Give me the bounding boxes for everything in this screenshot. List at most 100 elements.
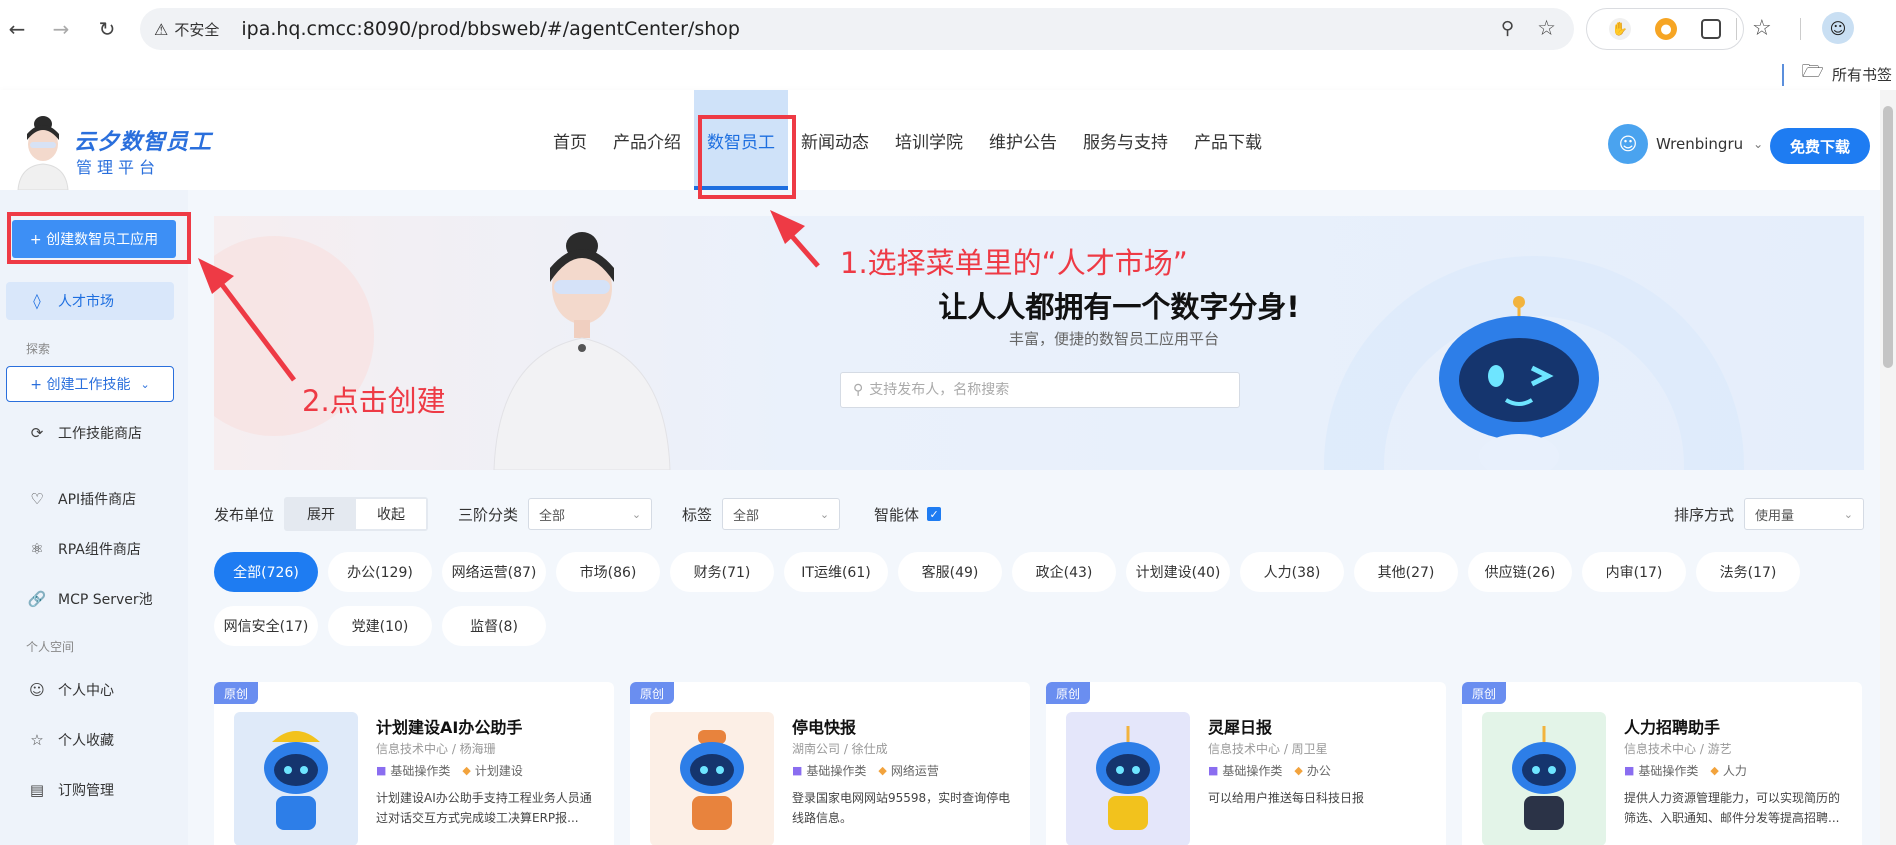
scrollbar-thumb[interactable] (1883, 106, 1893, 368)
category-pill[interactable]: 财务(71) (670, 552, 774, 592)
security-indicator[interactable]: ⚠ 不安全 (154, 19, 219, 40)
collapse-button[interactable]: 收起 (356, 499, 427, 529)
card-tags: ■ 基础操作类 ◆ 办公 (1208, 762, 1343, 779)
original-badge: 原创 (214, 682, 258, 704)
category-pill[interactable]: 计划建设(40) (1126, 552, 1230, 592)
chevron-down-icon: ⌄ (140, 377, 150, 391)
nav-download[interactable]: 产品下载 (1181, 90, 1275, 190)
card-title[interactable]: 人力招聘助手 (1624, 714, 1720, 738)
forward-icon[interactable]: → (46, 14, 76, 44)
search-icon: ⚲ (853, 382, 864, 398)
talent-market-icon: ◊ (33, 292, 41, 310)
sidebar-item-favorites[interactable]: ☆ 个人收藏 (6, 721, 174, 759)
nav-maintenance[interactable]: 维护公告 (976, 90, 1070, 190)
publisher-toggle: 展开 收起 (284, 497, 429, 531)
category-pill[interactable]: 客服(49) (898, 552, 1002, 592)
extension-a-icon[interactable]: ✋ (1609, 18, 1631, 40)
card-tags: ■ 基础操作类 ◆ 计划建设 (376, 762, 535, 779)
robot-avatar-icon (680, 730, 744, 830)
category-pill[interactable]: 内审(17) (1582, 552, 1686, 592)
card-description: 登录国家电网网站95598，实时查询停电线路信息。 (792, 791, 1011, 825)
category-pill[interactable]: IT运维(61) (784, 552, 888, 592)
tag-icon: ◆ (1710, 764, 1719, 777)
tag-icon: ◆ (1294, 764, 1303, 777)
bookmarks-divider (1782, 64, 1784, 86)
all-bookmarks[interactable]: 🗁 所有书签 (1802, 58, 1896, 90)
card-thumbnail (1482, 712, 1606, 845)
url-text[interactable]: ipa.hq.cmcc:8090/prod/bbsweb/#/agentCent… (241, 18, 740, 40)
category-pill[interactable]: 网信安全(17) (214, 606, 318, 646)
extension-b-icon[interactable]: ● (1655, 18, 1677, 40)
category-pill[interactable]: 法务(17) (1696, 552, 1800, 592)
zoom-icon[interactable]: ⚲ (1501, 18, 1514, 39)
reload-icon[interactable]: ↻ (92, 14, 122, 44)
section-personal-label: 个人空间 (26, 640, 75, 654)
logo-avatar-icon (17, 116, 69, 190)
category-pill[interactable]: 市场(86) (556, 552, 660, 592)
logo-title[interactable]: 云夕数智员工 (74, 124, 212, 156)
original-badge: 原创 (630, 682, 674, 704)
category-pill[interactable]: 党建(10) (328, 606, 432, 646)
cube-icon: ■ (1624, 764, 1635, 777)
banner-search-box[interactable]: ⚲ (840, 372, 1240, 408)
rpa-component-icon: ⚛ (30, 540, 44, 558)
extensions-puzzle-icon[interactable] (1701, 19, 1721, 39)
card-title[interactable]: 计划建设AI办公助手 (376, 714, 522, 738)
app-card[interactable]: 原创 人力招聘助手 信息技术中心 / 游艺 ■ 基础操作类 ◆ 人力 提供人力资源管… (1462, 682, 1862, 845)
toolbar-divider (1800, 18, 1801, 40)
category-pill[interactable]: 监督(8) (442, 606, 546, 646)
profile-avatar[interactable]: ☺ (1822, 12, 1854, 44)
category-pill[interactable]: 全部(726) (214, 552, 318, 592)
agent-checkbox[interactable]: ✓ (927, 507, 942, 521)
back-icon[interactable]: ← (2, 14, 32, 44)
nav-home[interactable]: 首页 (540, 90, 600, 190)
expand-button[interactable]: 展开 (286, 499, 356, 529)
tag: ■ 基础操作类 (1208, 764, 1283, 778)
third-class-select[interactable]: 全部 ⌄ (528, 498, 653, 530)
card-thumbnail (650, 712, 774, 845)
bookmark-star-icon[interactable]: ☆ (1537, 16, 1556, 40)
nav-support[interactable]: 服务与支持 (1070, 90, 1181, 190)
sidebar-item-api-shop[interactable]: ♡ API插件商店 (6, 480, 174, 518)
free-download-button[interactable]: 免费下载 (1770, 128, 1870, 164)
card-description: 可以给用户推送每日科技日报 (1208, 791, 1365, 805)
annotation-highlight-create (7, 212, 191, 264)
sidebar-item-orders[interactable]: ▤ 订购管理 (6, 771, 174, 809)
sidebar-item-mcp-pool[interactable]: 🔗 MCP Server池 (6, 580, 174, 618)
category-pill[interactable]: 办公(129) (328, 552, 432, 592)
sidebar-item-rpa-shop[interactable]: ⚛ RPA组件商店 (6, 530, 174, 568)
category-pill[interactable]: 网络运营(87) (442, 552, 546, 592)
extensions-area: ✋ ● (1586, 8, 1744, 50)
tag: ◆ 计划建设 (462, 764, 523, 778)
tag: ◆ 人力 (1710, 764, 1747, 778)
nav-training[interactable]: 培训学院 (882, 90, 976, 190)
tag: ■ 基础操作类 (792, 764, 867, 778)
banner-subtitle: 丰富，便捷的数智员工应用平台 (1008, 330, 1219, 348)
tag-select[interactable]: 全部 ⌄ (722, 498, 841, 530)
app-card[interactable]: 原创 计划建设AI办公助手 信息技术中心 / 杨海珊 ■ 基础操作类 ◆ 计划建设 … (214, 682, 614, 845)
main-nav: 首页 产品介绍 数智员工 新闻动态 培训学院 维护公告 服务与支持 产品下载 (540, 90, 1275, 190)
nav-product-intro[interactable]: 产品介绍 (600, 90, 694, 190)
nav-news[interactable]: 新闻动态 (788, 90, 882, 190)
sidebar-item-skill-shop[interactable]: ⟳ 工作技能商店 (6, 414, 174, 452)
category-pill[interactable]: 其他(27) (1354, 552, 1458, 592)
chevron-down-icon: ⌄ (1843, 507, 1853, 521)
category-pill[interactable]: 政企(43) (1012, 552, 1116, 592)
search-input[interactable] (869, 382, 1230, 398)
bookmarks-star-icon[interactable]: ☆ (1752, 16, 1772, 41)
sidebar-item-personal-center[interactable]: ☺ 个人中心 (6, 671, 174, 709)
card-org: 信息技术中心 / 杨海珊 (376, 742, 496, 756)
sort-select[interactable]: 使用量 ⌄ (1744, 498, 1864, 530)
app-card[interactable]: 原创 灵犀日报 信息技术中心 / 周卫星 ■ 基础操作类 ◆ 办公 可以给用户推送每… (1046, 682, 1446, 845)
annotation-highlight-nav (698, 115, 796, 199)
card-tags: ■ 基础操作类 ◆ 网络运营 (792, 762, 951, 779)
card-title[interactable]: 停电快报 (792, 714, 856, 738)
create-skill-button[interactable]: + 创建工作技能 ⌄ (6, 366, 174, 402)
address-bar[interactable]: ⚠ 不安全 ipa.hq.cmcc:8090/prod/bbsweb/#/age… (140, 8, 1574, 50)
sidebar-item-talent-market[interactable]: ◊ 人才市场 (6, 282, 174, 320)
card-title[interactable]: 灵犀日报 (1208, 714, 1272, 738)
app-card[interactable]: 原创 停电快报 湖南公司 / 徐仕成 ■ 基础操作类 ◆ 网络运营 登录国家电网网站… (630, 682, 1030, 845)
category-pill[interactable]: 人力(38) (1240, 552, 1344, 592)
user-menu[interactable]: ☺ Wrenbingru ⌄ (1608, 124, 1763, 164)
category-pill[interactable]: 供应链(26) (1468, 552, 1572, 592)
